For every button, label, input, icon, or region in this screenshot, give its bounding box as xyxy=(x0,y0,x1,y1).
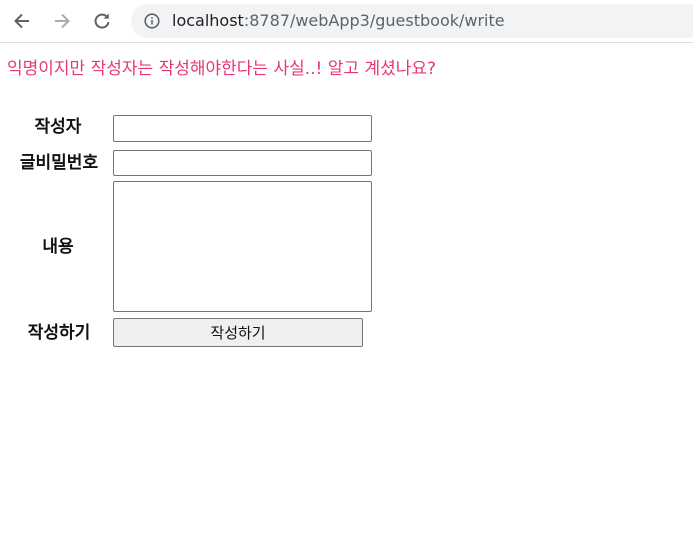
info-icon[interactable] xyxy=(144,13,160,29)
reload-button[interactable] xyxy=(89,8,115,34)
submit-button[interactable]: 작성하기 xyxy=(113,318,363,347)
content-textarea[interactable] xyxy=(113,181,372,312)
content-label: 내용 xyxy=(42,237,74,257)
writer-label: 작성자 xyxy=(34,117,82,137)
address-bar[interactable]: localhost:8787/webApp3/guestbook/write xyxy=(131,4,693,38)
back-arrow-icon xyxy=(14,13,29,29)
forward-button[interactable] xyxy=(49,8,75,34)
back-button[interactable] xyxy=(9,8,35,34)
url-path: :8787/webApp3/guestbook/write xyxy=(243,11,505,30)
browser-toolbar: localhost:8787/webApp3/guestbook/write xyxy=(0,0,693,43)
url-text[interactable]: localhost:8787/webApp3/guestbook/write xyxy=(172,11,505,31)
password-label: 글비밀번호 xyxy=(19,153,99,173)
reload-icon xyxy=(94,13,110,29)
submit-row-label: 작성하기 xyxy=(27,323,91,343)
url-host: localhost xyxy=(172,11,244,30)
notice-text: 익명이지만 작성자는 작성해야한다는 사실..! 알고 계셨나요? xyxy=(7,59,437,79)
password-input[interactable] xyxy=(113,150,372,176)
forward-arrow-icon xyxy=(55,13,70,29)
writer-input[interactable] xyxy=(113,115,372,142)
